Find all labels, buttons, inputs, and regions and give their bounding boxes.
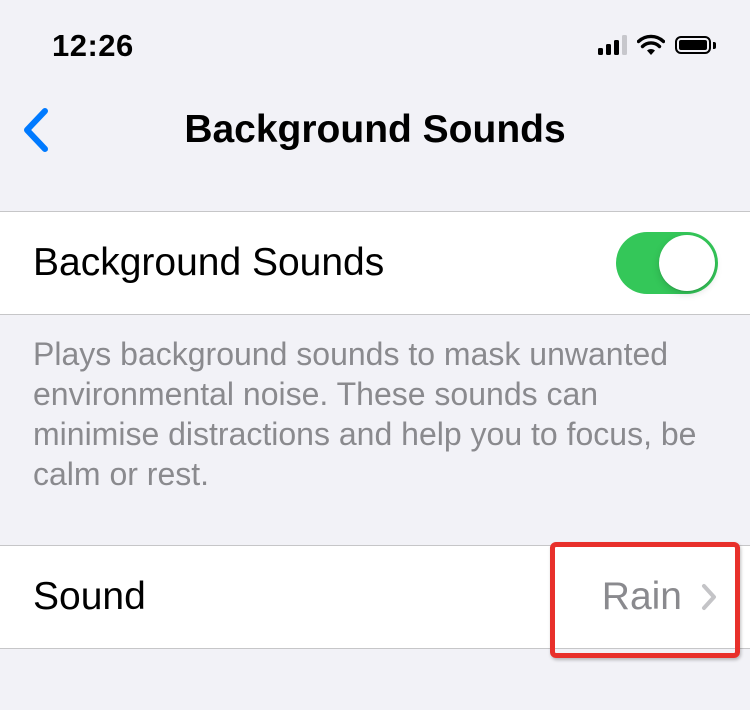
status-bar: 12:26: [0, 0, 750, 90]
background-sounds-toggle[interactable]: [616, 232, 718, 294]
status-time: 12:26: [52, 28, 134, 63]
background-sounds-label: Background Sounds: [33, 241, 385, 284]
navigation-bar: Background Sounds: [0, 90, 750, 170]
background-sounds-description: Plays background sounds to mask unwanted…: [33, 336, 697, 492]
sound-label: Sound: [33, 575, 146, 618]
chevron-right-icon: [702, 584, 716, 610]
wifi-icon: [637, 34, 665, 55]
status-icons: [598, 34, 716, 56]
sound-value: Rain: [601, 575, 682, 618]
battery-icon: [675, 36, 716, 54]
signal-icon: [598, 35, 627, 55]
background-sounds-toggle-row: Background Sounds: [0, 211, 750, 315]
page-title: Background Sounds: [184, 108, 566, 151]
sound-value-selector[interactable]: Rain: [602, 575, 718, 619]
toggle-knob: [659, 235, 715, 291]
sound-row[interactable]: Sound Rain: [0, 545, 750, 649]
